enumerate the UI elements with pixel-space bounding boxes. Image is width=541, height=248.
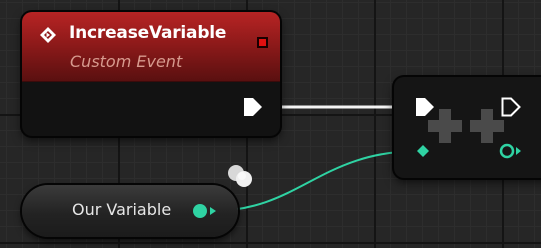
event-node-header[interactable]: IncreaseVariable Custom Event <box>22 12 280 82</box>
exec-output-pin[interactable] <box>242 96 264 118</box>
event-title: IncreaseVariable <box>69 23 227 43</box>
blueprint-graph-canvas[interactable]: IncreaseVariable Custom Event Our Variab… <box>0 0 541 248</box>
variable-name: Our Variable <box>72 200 172 219</box>
custom-event-node[interactable]: IncreaseVariable Custom Event <box>22 12 280 136</box>
reroute-knot[interactable] <box>222 161 262 191</box>
increment-icon <box>428 109 504 143</box>
variable-output-pin[interactable] <box>190 202 218 220</box>
integer-input-pin[interactable] <box>416 144 430 158</box>
integer-output-pin[interactable] <box>498 142 522 160</box>
exec-output-pin-unconnected[interactable] <box>500 96 522 118</box>
custom-event-icon <box>40 27 56 43</box>
event-subtitle: Custom Event <box>70 52 183 71</box>
replication-icon <box>257 37 268 48</box>
variable-get-node[interactable]: Our Variable <box>22 185 238 237</box>
increment-node[interactable] <box>394 77 541 178</box>
exec-input-pin[interactable] <box>414 96 436 118</box>
